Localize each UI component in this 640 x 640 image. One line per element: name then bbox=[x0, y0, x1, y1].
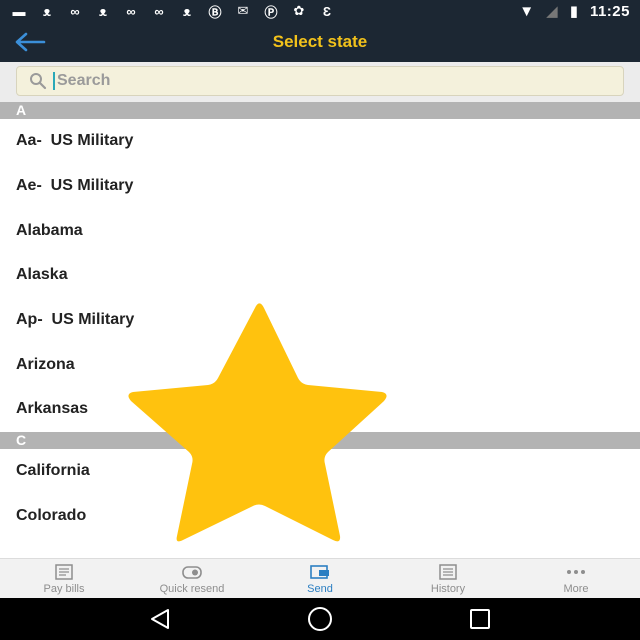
tab-label: History bbox=[430, 583, 466, 595]
bottom-tab-bar: Pay bills Quick resend Send History More bbox=[0, 558, 640, 598]
nav-back-button[interactable] bbox=[140, 599, 180, 639]
mail-icon: ✉ bbox=[237, 3, 249, 18]
triangle-back-icon bbox=[151, 609, 169, 629]
e-icon: Ɛ bbox=[322, 3, 332, 19]
tab-more[interactable]: More bbox=[512, 559, 640, 599]
resend-icon bbox=[182, 566, 202, 579]
list-item[interactable]: Ae- US Military bbox=[0, 164, 640, 209]
tab-label: Quick resend bbox=[159, 583, 225, 595]
status-bar: ▬ ᴥ ∞ ᴥ ∞ ∞ ᴥ Ⓑ ✉ Ⓟ ✿ Ɛ ▼ ◢ ▮ 11:25 bbox=[0, 0, 640, 22]
list-item[interactable]: Alaska bbox=[0, 253, 640, 298]
clock: 11:25 bbox=[589, 2, 630, 20]
cat-icon: ᴥ bbox=[43, 3, 51, 19]
tab-label: More bbox=[563, 583, 589, 595]
back-arrow-icon bbox=[15, 32, 46, 52]
tab-label: Pay bills bbox=[43, 583, 85, 595]
search-icon bbox=[30, 73, 47, 90]
cat-icon: ᴥ bbox=[99, 3, 107, 19]
bubble-icon: Ⓑ bbox=[208, 4, 222, 20]
tab-pay-bills[interactable]: Pay bills bbox=[0, 559, 128, 599]
nav-home-button[interactable] bbox=[300, 599, 340, 639]
signal-icon: ◢ bbox=[546, 3, 558, 20]
infinity-icon: ∞ bbox=[70, 3, 80, 19]
tab-send[interactable]: Send bbox=[256, 559, 384, 599]
pinterest-icon: Ⓟ bbox=[264, 4, 278, 20]
battery-icon: ▮ bbox=[569, 3, 578, 20]
nav-recents-button[interactable] bbox=[460, 599, 500, 639]
tab-history[interactable]: History bbox=[384, 559, 512, 599]
infinity-icon: ∞ bbox=[154, 3, 164, 19]
send-icon bbox=[310, 565, 329, 579]
section-header-a: A bbox=[0, 102, 640, 119]
text-cursor bbox=[53, 72, 55, 90]
search-input[interactable] bbox=[57, 72, 617, 90]
history-icon bbox=[439, 564, 457, 580]
cat-icon: ᴥ bbox=[183, 3, 191, 19]
app-bar: Select state bbox=[0, 22, 640, 62]
more-icon bbox=[567, 570, 585, 574]
bills-icon bbox=[55, 564, 73, 580]
square-recents-icon bbox=[470, 609, 490, 629]
system-status: ▼ ◢ ▮ 11:25 bbox=[519, 2, 630, 21]
page-title: Select state bbox=[272, 32, 368, 51]
list-item[interactable]: Aa- US Military bbox=[0, 119, 640, 164]
apps-icon: ✿ bbox=[293, 3, 305, 18]
tab-label: Send bbox=[307, 583, 333, 595]
back-button[interactable] bbox=[12, 28, 48, 56]
infinity-icon: ∞ bbox=[126, 3, 136, 19]
star-icon bbox=[128, 303, 387, 542]
notification-icons: ▬ ᴥ ∞ ᴥ ∞ ∞ ᴥ Ⓑ ✉ Ⓟ ✿ Ɛ bbox=[10, 2, 336, 21]
search-box[interactable] bbox=[16, 66, 624, 96]
chat-icon: ▬ bbox=[12, 3, 26, 19]
wifi-icon: ▼ bbox=[519, 2, 535, 20]
tab-quick-resend[interactable]: Quick resend bbox=[128, 559, 256, 599]
circle-home-icon bbox=[308, 607, 332, 631]
search-bar bbox=[0, 62, 640, 102]
system-nav-bar bbox=[0, 598, 640, 640]
list-item[interactable]: Alabama bbox=[0, 208, 640, 253]
